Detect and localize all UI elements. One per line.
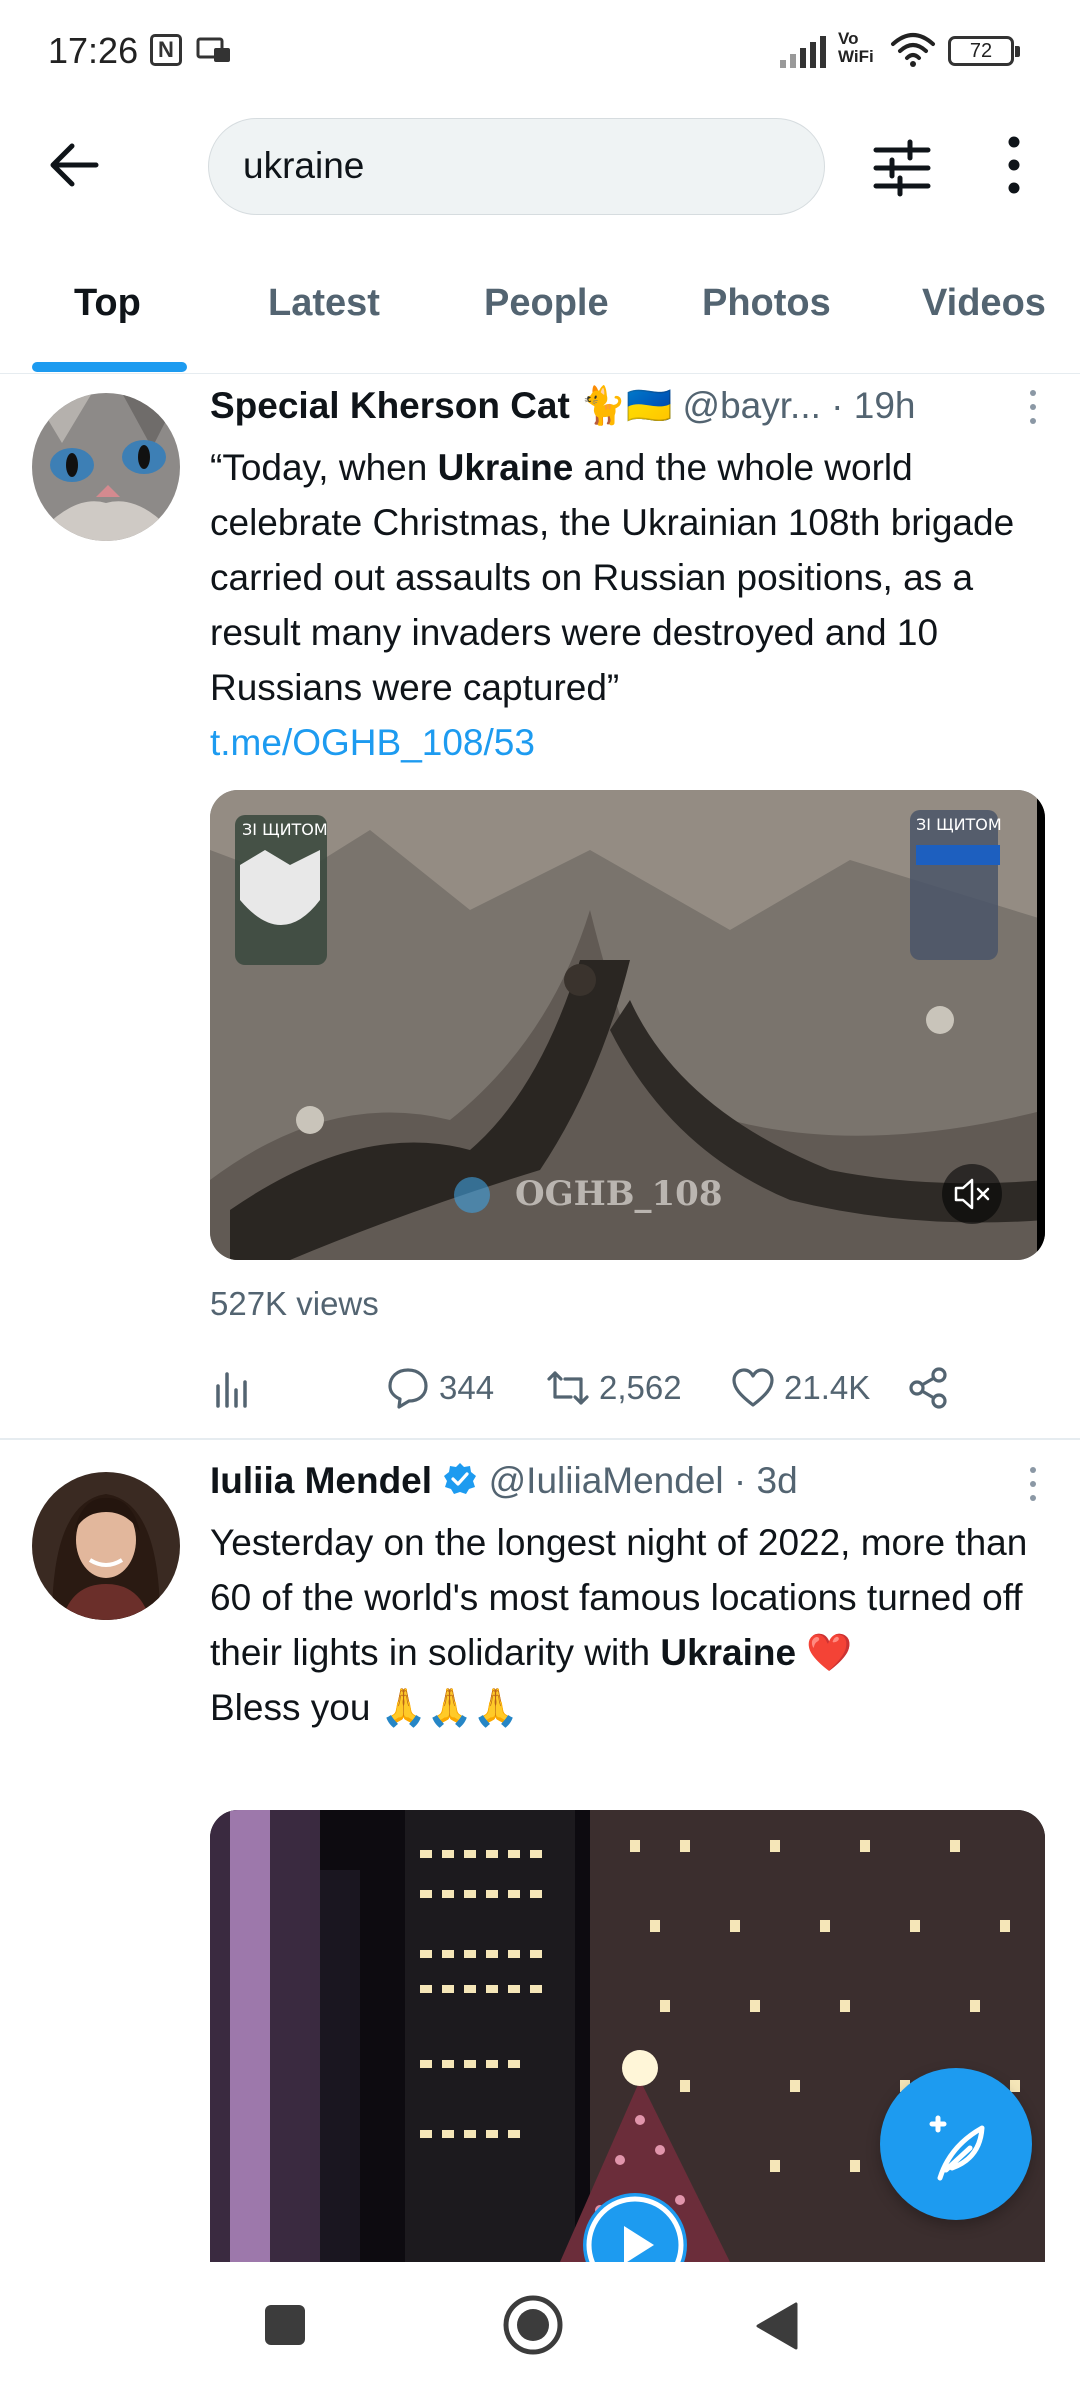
badge-right-text: ЗІ ЩИТОМ — [916, 815, 1002, 834]
search-input[interactable] — [243, 141, 803, 191]
battery-icon: 72 — [948, 36, 1020, 66]
retweet-button[interactable]: 2,562 — [545, 1358, 682, 1418]
mute-icon[interactable] — [940, 1162, 1004, 1226]
vowifi-bottom: WiFi — [838, 47, 874, 66]
tweet-time: · 3d — [733, 1460, 798, 1501]
tab-top[interactable]: Top — [74, 282, 141, 325]
tweet-header: Special Kherson Cat 🐈🇺🇦 @bayr... · 19h — [210, 385, 916, 428]
author-name[interactable]: Iuliia Mendel — [210, 1460, 432, 1501]
reply-icon — [388, 1368, 428, 1409]
author-handle[interactable]: @IuliiaMendel — [489, 1460, 724, 1501]
recents-square-icon[interactable] — [262, 2302, 308, 2348]
tweet-link[interactable]: t.me/OGHB_108/53 — [210, 722, 535, 763]
retweet-count: 2,562 — [599, 1369, 682, 1406]
verified-badge-icon — [444, 1463, 477, 1494]
cat-avatar-image — [32, 393, 180, 541]
play-icon[interactable] — [580, 2190, 690, 2262]
author-handle[interactable]: @bayr... — [683, 385, 821, 426]
tab-people[interactable]: People — [484, 282, 609, 325]
nfc-icon: N — [150, 34, 182, 66]
status-bar: 17:26 N Vo WiFi 72 — [0, 0, 1080, 100]
wifi-icon — [891, 33, 935, 67]
author-name[interactable]: Special Kherson Cat — [210, 385, 570, 426]
video-thumbnail: ЗІ ЩИТОМ ЗІ ЩИТОМ OGHB_108 — [210, 790, 1045, 1260]
tweet-text-part: “Today, when — [210, 447, 438, 488]
share-icon — [909, 1367, 947, 1409]
reply-button[interactable]: 344 — [385, 1358, 494, 1418]
tweet-text-highlight: Ukraine — [437, 447, 574, 488]
tweet-more-icon[interactable] — [1026, 387, 1040, 427]
tweet-actions: 344 2,562 21.4K — [210, 1358, 1050, 1418]
compose-tweet-button[interactable] — [880, 2068, 1032, 2220]
compose-feather-icon — [929, 2115, 985, 2181]
watermark-text: OGHB_108 — [515, 1174, 723, 1214]
analytics-button[interactable] — [210, 1358, 262, 1418]
avatar[interactable] — [32, 393, 180, 541]
active-tab-indicator — [32, 362, 187, 372]
vowifi-label: Vo WiFi — [838, 30, 874, 66]
author-name-emoji: 🐈🇺🇦 — [580, 385, 673, 426]
screen-cast-icon — [196, 37, 230, 62]
tweet-video[interactable]: ЗІ ЩИТОМ ЗІ ЩИТОМ OGHB_108 — [210, 790, 1045, 1260]
badge-left-text: ЗІ ЩИТОМ — [242, 820, 328, 839]
avatar[interactable] — [32, 1472, 180, 1620]
tweet-more-icon[interactable] — [1026, 1464, 1040, 1504]
tweet-text: Yesterday on the longest night of 2022, … — [210, 1515, 1050, 1735]
tweet-card[interactable]: Special Kherson Cat 🐈🇺🇦 @bayr... · 19h “… — [0, 375, 1080, 1438]
tweet-text-line: Bless you 🙏🙏🙏 — [210, 1687, 519, 1728]
heart-emoji: ❤️ — [796, 1632, 853, 1673]
back-triangle-icon[interactable] — [752, 2300, 802, 2352]
share-button[interactable] — [905, 1358, 959, 1418]
tweet-header: Iuliia Mendel @IuliiaMendel · 3d — [210, 1460, 798, 1502]
tweet-text-part: Yesterday on the longest night of 2022, … — [210, 1522, 1028, 1673]
person-avatar-image — [32, 1472, 180, 1620]
more-options-icon[interactable] — [992, 130, 1036, 200]
reply-count: 344 — [439, 1369, 495, 1406]
home-circle-icon[interactable] — [502, 2294, 564, 2356]
tweet-text: “Today, when Ukraine and the whole world… — [210, 440, 1050, 770]
tab-photos[interactable]: Photos — [702, 282, 831, 325]
view-count: 527K views — [210, 1285, 379, 1322]
tweet-time: · 19h — [831, 385, 916, 426]
back-arrow-icon[interactable] — [40, 130, 110, 200]
tab-latest[interactable]: Latest — [268, 282, 380, 325]
vowifi-top: Vo — [838, 29, 859, 48]
tab-videos[interactable]: Videos — [922, 282, 1046, 325]
system-nav-bar — [0, 2262, 1080, 2400]
tweet-text-highlight: Ukraine — [660, 1632, 797, 1673]
analytics-icon — [216, 1372, 247, 1408]
search-tabs: Top Latest People Photos Videos — [0, 262, 1080, 374]
search-top-bar — [0, 100, 1080, 235]
signal-icon — [780, 36, 826, 68]
search-box[interactable] — [208, 118, 825, 215]
filter-sliders-icon[interactable] — [870, 136, 934, 200]
heart-icon — [732, 1368, 774, 1407]
like-count: 21.4K — [784, 1369, 871, 1406]
like-button[interactable]: 21.4K — [730, 1358, 870, 1418]
retweet-icon — [547, 1371, 589, 1405]
status-time: 17:26 — [48, 30, 139, 71]
